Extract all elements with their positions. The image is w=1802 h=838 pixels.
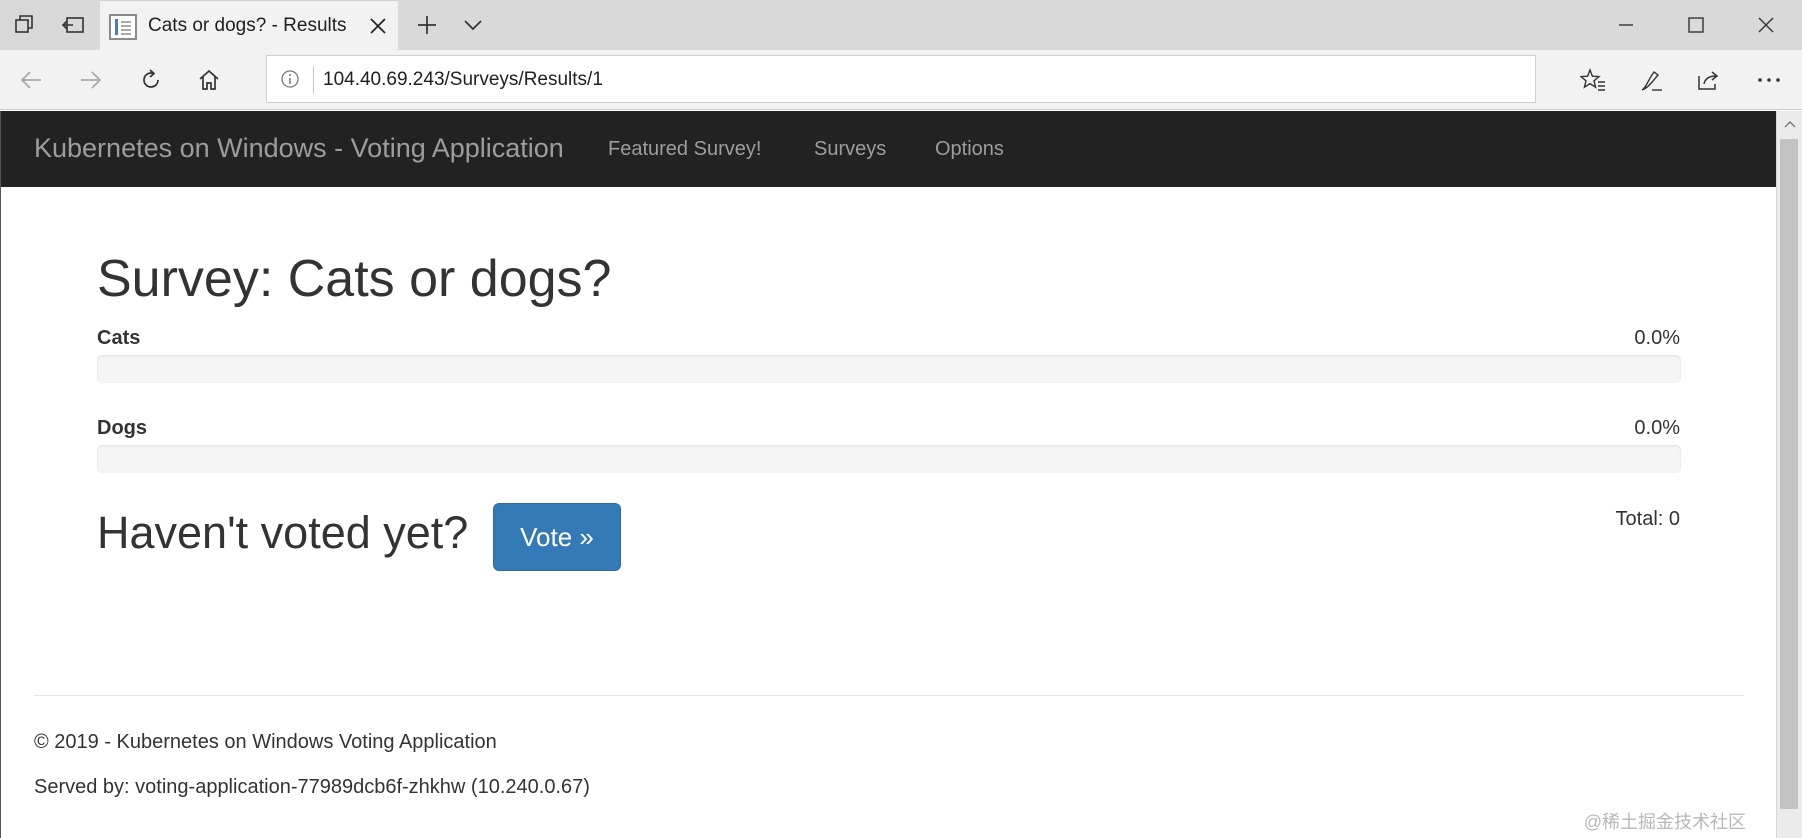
watermark: @稀土掘金技术社区 xyxy=(1583,812,1746,832)
option-percent-cats: 0.0% xyxy=(1634,327,1680,349)
site-info-icon[interactable] xyxy=(277,66,303,92)
address-caret xyxy=(313,66,314,94)
forward-arrow-icon[interactable] xyxy=(68,58,114,102)
minimize-icon[interactable] xyxy=(1592,0,1660,50)
browser-toolbar: 104.40.69.243/Surveys/Results/1 xyxy=(0,50,1802,110)
app-brand-link[interactable]: Kubernetes on Windows - Voting Applicati… xyxy=(34,133,564,164)
page-favicon-icon xyxy=(109,14,137,40)
nav-link-options[interactable]: Options xyxy=(935,138,1004,161)
tab-close-icon[interactable] xyxy=(362,10,394,42)
nav-link-featured-survey[interactable]: Featured Survey! xyxy=(608,138,761,161)
progress-bar-cats xyxy=(97,355,1681,383)
maximize-icon[interactable] xyxy=(1662,0,1730,50)
progress-bar-dogs xyxy=(97,445,1681,473)
scroll-up-chevron-icon[interactable] xyxy=(1777,111,1802,137)
new-tab-icon[interactable] xyxy=(404,0,450,50)
footer-served-by: Served by: voting-application-77989dcb6f… xyxy=(34,776,590,798)
not-voted-heading: Haven't voted yet? xyxy=(97,507,469,558)
option-label-cats: Cats xyxy=(97,327,141,349)
address-bar[interactable]: 104.40.69.243/Surveys/Results/1 xyxy=(266,55,1536,103)
web-note-pen-icon[interactable] xyxy=(1628,58,1674,102)
tab-actions-icon[interactable] xyxy=(2,0,48,50)
tab-preview-chevron-down-icon[interactable] xyxy=(450,0,496,50)
back-arrow-icon[interactable] xyxy=(8,58,54,102)
address-url[interactable]: 104.40.69.243/Surveys/Results/1 xyxy=(323,69,603,91)
total-votes: Total: 0 xyxy=(1615,508,1680,530)
set-tabs-aside-icon[interactable] xyxy=(50,0,96,50)
home-icon[interactable] xyxy=(186,58,232,102)
option-label-dogs: Dogs xyxy=(97,417,147,439)
scrollbar-thumb[interactable] xyxy=(1780,139,1798,809)
browser-tab-bar: Cats or dogs? - Results xyxy=(0,0,1802,51)
window-close-icon[interactable] xyxy=(1732,0,1800,50)
nav-link-surveys[interactable]: Surveys xyxy=(814,138,886,161)
tab-title: Cats or dogs? - Results xyxy=(148,15,347,36)
refresh-icon[interactable] xyxy=(128,58,174,102)
survey-title: Survey: Cats or dogs? xyxy=(97,250,612,308)
active-tab[interactable]: Cats or dogs? - Results xyxy=(100,0,398,51)
page-viewport: Kubernetes on Windows - Voting Applicati… xyxy=(0,111,1776,838)
vote-button[interactable]: Vote » xyxy=(493,503,621,571)
app-navbar: Kubernetes on Windows - Voting Applicati… xyxy=(1,111,1776,187)
vertical-scrollbar[interactable] xyxy=(1776,111,1802,838)
favorites-star-icon[interactable] xyxy=(1570,58,1616,102)
footer-copyright: © 2019 - Kubernetes on Windows Voting Ap… xyxy=(34,731,497,753)
footer-divider xyxy=(34,695,1744,696)
option-percent-dogs: 0.0% xyxy=(1634,417,1680,439)
more-options-icon[interactable] xyxy=(1746,58,1792,102)
share-icon[interactable] xyxy=(1686,58,1732,102)
